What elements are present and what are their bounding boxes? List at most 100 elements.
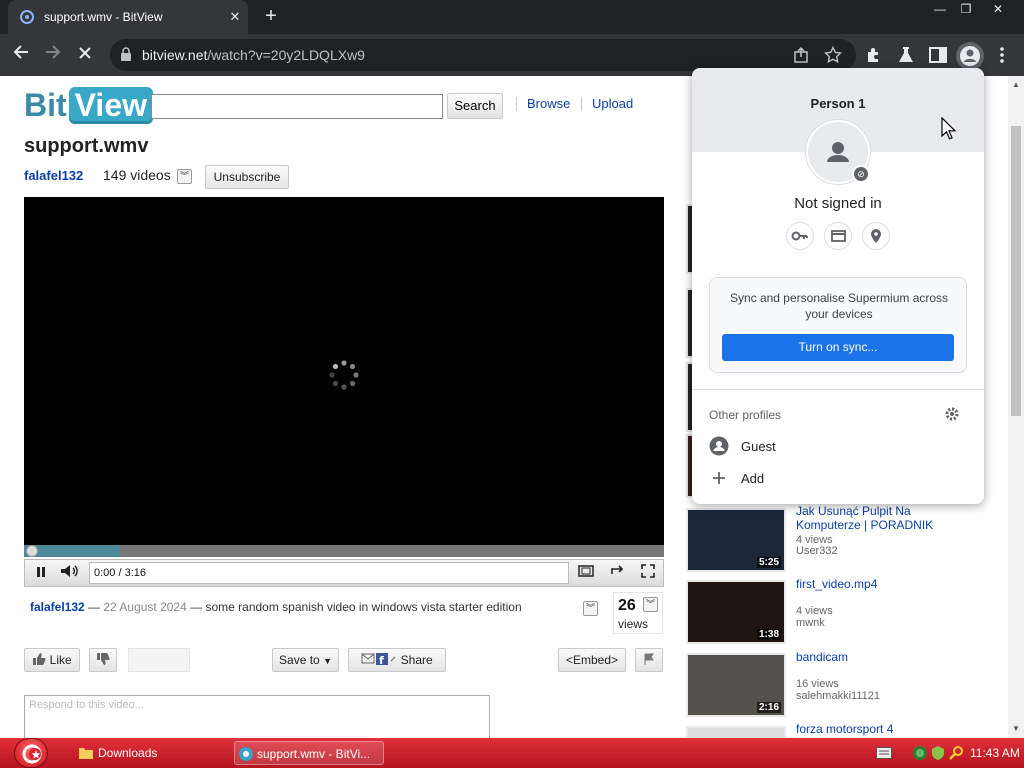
flag-button[interactable]	[635, 648, 663, 672]
save-to-label: Save to	[279, 653, 320, 667]
upload-date: 22 August 2024	[103, 600, 187, 614]
related-user[interactable]: salehmakki11121	[796, 690, 880, 702]
views-dropdown-icon[interactable]: ︾	[643, 597, 658, 612]
view-count-label: views	[618, 617, 649, 631]
speaker-icon	[61, 565, 78, 577]
nav-browse-link[interactable]: Browse	[527, 96, 570, 111]
expand-description-icon[interactable]: ︾	[583, 601, 598, 616]
labs-flask-icon[interactable]	[896, 45, 916, 65]
network-icon[interactable]	[912, 745, 928, 761]
dislike-button[interactable]	[89, 648, 117, 672]
guest-profile-item[interactable]: Guest	[709, 435, 776, 457]
keyboard-icon[interactable]	[876, 747, 892, 759]
browser-tab[interactable]: support.wmv - BitView ✕	[8, 0, 248, 34]
related-thumbnail[interactable]: 2:16	[686, 653, 786, 717]
video-duration: 5:25	[756, 557, 781, 568]
chevron-down-icon[interactable]: ︾	[177, 169, 192, 184]
related-user[interactable]: User332	[796, 545, 838, 557]
nav-divider	[581, 97, 582, 111]
back-button[interactable]	[8, 42, 34, 68]
taskbar-browser-label: support.wmv - BitVi...	[257, 747, 371, 761]
credit-card-icon	[831, 230, 846, 242]
embed-button[interactable]: <Embed>	[558, 648, 626, 672]
video-duration: 1:38	[756, 629, 781, 640]
passwords-button[interactable]	[786, 222, 814, 250]
save-to-button[interactable]: Save to ▼	[272, 648, 339, 672]
view-count: 26	[618, 597, 636, 614]
related-title[interactable]: first_video.mp4	[796, 577, 956, 591]
new-tab-button[interactable]: +	[258, 4, 284, 30]
turn-on-sync-button[interactable]: Turn on sync...	[722, 334, 954, 361]
close-window-button[interactable]: ✕	[984, 0, 1012, 18]
payment-methods-button[interactable]	[824, 222, 852, 250]
scroll-down-icon[interactable]: ▼	[1012, 724, 1020, 733]
bitview-favicon-icon	[20, 10, 34, 24]
seek-handle[interactable]	[26, 545, 38, 557]
search-button[interactable]: Search	[447, 93, 503, 119]
sign-in-status: Not signed in	[794, 195, 882, 212]
forward-button[interactable]	[40, 42, 66, 68]
share-label: Share	[400, 653, 433, 667]
menu-dots-icon[interactable]	[992, 45, 1012, 65]
related-thumbnail[interactable]: 1:38	[686, 580, 786, 644]
description-separator: —	[84, 600, 104, 614]
nav-upload-link[interactable]: Upload	[592, 96, 633, 111]
pause-button[interactable]	[28, 563, 54, 583]
stop-loading-button[interactable]	[72, 42, 98, 68]
volume-button[interactable]	[57, 563, 83, 583]
description-separator: —	[186, 600, 206, 614]
seek-bar[interactable]	[24, 545, 664, 557]
extensions-puzzle-icon[interactable]	[864, 45, 884, 65]
like-button[interactable]: Like	[24, 648, 80, 672]
search-input[interactable]	[151, 94, 443, 119]
popout-icon	[578, 565, 594, 577]
related-user[interactable]: mwnk	[796, 617, 825, 629]
related-title[interactable]: Jak Usunąć Pulpit Na Komputerze | PORADN…	[796, 504, 956, 532]
share-page-icon[interactable]	[792, 46, 810, 64]
related-thumbnail[interactable]: 5:25	[686, 508, 786, 572]
profile-name: Person 1	[810, 96, 866, 111]
video-count: 149 videos	[103, 167, 171, 183]
bitview-logo[interactable]: Bit View	[24, 86, 153, 124]
description-author[interactable]: falafel132	[30, 600, 85, 614]
page-scrollbar[interactable]: ▲ ▼	[1008, 76, 1024, 738]
scrollbar-thumb[interactable]	[1011, 126, 1021, 416]
minimize-button[interactable]: —	[926, 0, 954, 18]
like-label: Like	[49, 653, 72, 667]
loop-arrows-icon	[611, 565, 624, 574]
uploader-link[interactable]: falafel132	[24, 168, 83, 183]
search-icon[interactable]	[948, 745, 964, 761]
taskbar-downloads[interactable]: Downloads	[76, 741, 226, 765]
loop-button[interactable]	[605, 563, 631, 583]
related-title[interactable]: bandicam	[796, 650, 956, 664]
folder-icon	[79, 748, 93, 759]
loading-spinner-icon	[329, 360, 359, 390]
profile-button[interactable]	[956, 42, 984, 70]
url-text: bitview.net/watch?v=20y2LDQLXw9	[142, 47, 365, 63]
taskbar-browser-window[interactable]: support.wmv - BitVi...	[234, 741, 384, 765]
popout-button[interactable]	[573, 563, 599, 583]
comment-textarea[interactable]: Respond to this video...	[24, 695, 490, 738]
related-title[interactable]: forza motorsport 4	[796, 722, 956, 736]
gear-icon[interactable]	[944, 406, 960, 422]
scroll-up-icon[interactable]: ▲	[1012, 80, 1020, 89]
unsubscribe-button[interactable]: Unsubscribe	[205, 165, 289, 189]
addresses-button[interactable]	[862, 222, 890, 250]
system-clock: 11:43 AM	[970, 746, 1020, 760]
caret-down-icon: ▼	[323, 656, 332, 666]
antivirus-icon[interactable]	[930, 745, 946, 761]
bookmark-star-icon[interactable]	[824, 46, 842, 64]
restore-button[interactable]: ❐	[952, 0, 980, 18]
add-profile-item[interactable]: Add	[709, 467, 764, 489]
share-button[interactable]: f Share	[348, 648, 446, 672]
sync-off-badge-icon: ⊘	[852, 165, 870, 183]
video-player[interactable]	[24, 197, 664, 546]
start-orb-icon	[22, 744, 42, 764]
tab-close-icon[interactable]: ✕	[222, 9, 248, 25]
fullscreen-button[interactable]	[635, 563, 661, 583]
start-button[interactable]	[14, 738, 48, 768]
address-bar[interactable]: bitview.net/watch?v=20y2LDQLXw9	[110, 39, 856, 71]
related-thumbnail[interactable]	[686, 726, 786, 738]
side-panel-icon[interactable]	[928, 45, 948, 65]
thumbs-down-icon	[97, 653, 110, 665]
